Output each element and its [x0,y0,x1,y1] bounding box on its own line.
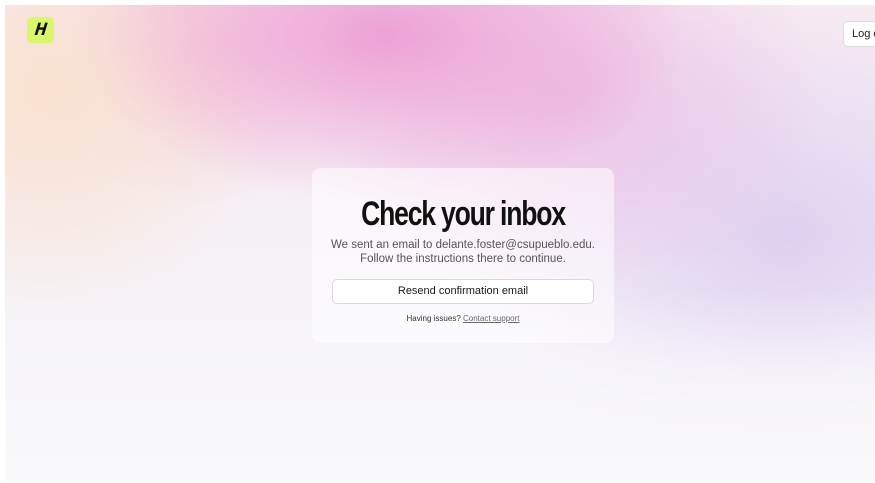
confirmation-message: We sent an email to delante.foster@csupu… [312,238,614,266]
contact-support-link[interactable]: Contact support [463,314,519,323]
help-text: Having issues? [406,314,461,323]
app-viewport: H Log ou Check your inbox We sent an ema… [5,5,875,481]
app-logo[interactable]: H [27,17,54,43]
message-line-2: Follow the instructions there to continu… [360,253,566,265]
confirmation-card: Check your inbox We sent an email to del… [312,168,614,343]
page: H Log ou Check your inbox We sent an ema… [0,0,875,483]
resend-confirmation-button[interactable]: Resend confirmation email [332,279,594,304]
page-title: Check your inbox [361,195,566,233]
help-row: Having issues? Contact support [312,314,614,323]
message-line-1: We sent an email to delante.foster@csupu… [331,239,595,251]
logo-letter: H [33,20,48,40]
logout-button[interactable]: Log ou [843,21,875,47]
